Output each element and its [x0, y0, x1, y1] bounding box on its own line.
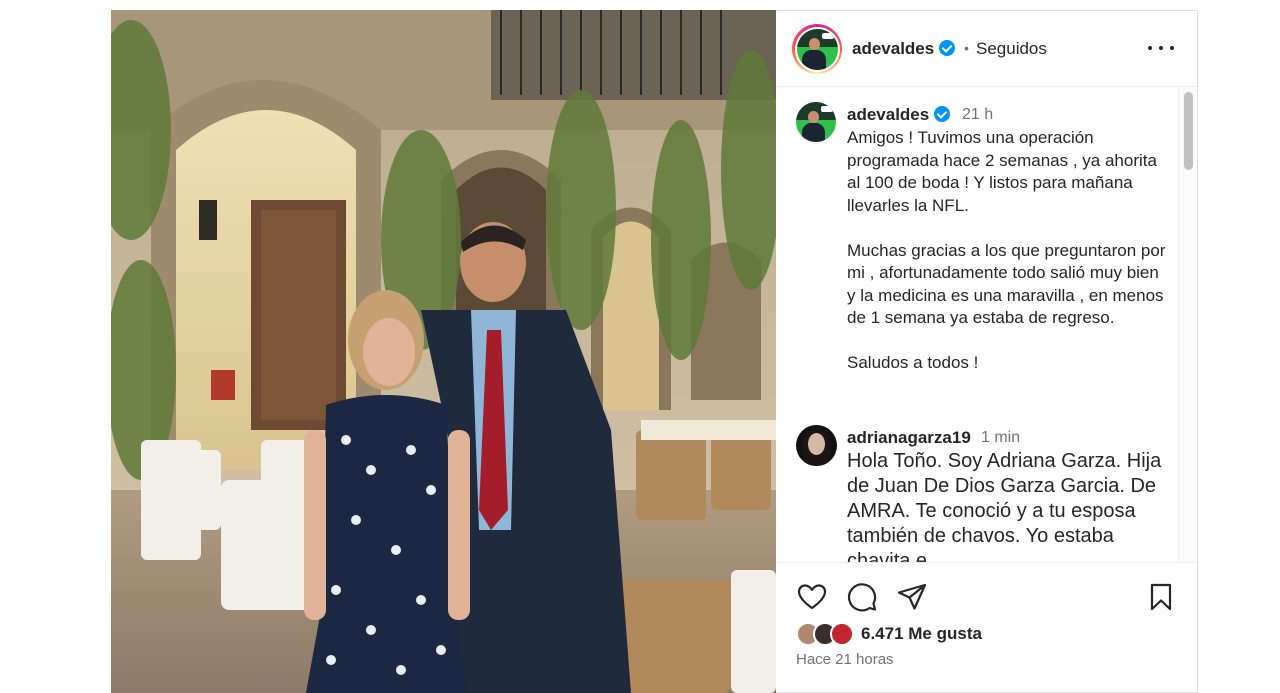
send-icon[interactable] — [896, 581, 928, 613]
heart-icon[interactable] — [796, 581, 828, 613]
author-username[interactable]: adevaldes — [852, 39, 956, 59]
commenter-username[interactable]: adrianagarza19 — [847, 428, 971, 448]
caption-timestamp[interactable]: 21 h — [962, 106, 993, 124]
bookmark-icon[interactable] — [1145, 581, 1177, 613]
caption-author-avatar[interactable] — [796, 102, 836, 142]
liker-avatar — [830, 622, 854, 646]
comments-list[interactable]: adevaldes 21 h Amigos ! Tuvimos una oper… — [776, 88, 1197, 562]
separator-dot: • — [964, 40, 969, 56]
scrollbar-thumb[interactable] — [1184, 92, 1193, 170]
commenter-avatar[interactable] — [796, 425, 837, 466]
comment-icon[interactable] — [846, 581, 878, 613]
likes-summary[interactable]: 6.471 Me gusta — [796, 619, 982, 649]
more-options-icon[interactable] — [1148, 37, 1174, 59]
verified-badge-icon — [934, 106, 951, 122]
post-side-panel: adevaldes • Seguidos adevaldes 21 h Amig… — [776, 10, 1198, 693]
caption-text: Amigos ! Tuvimos una operación programad… — [847, 128, 1166, 372]
verified-badge-icon — [939, 40, 956, 56]
comment-text: Hola Toño. Soy Adriana Garza. Hija de Ju… — [847, 450, 1162, 562]
post-image-illustration — [111, 10, 776, 693]
following-button[interactable]: Seguidos — [976, 39, 1047, 59]
author-avatar[interactable] — [792, 24, 842, 74]
action-bar: 6.471 Me gusta Hace 21 horas — [776, 562, 1197, 693]
caption-username[interactable]: adevaldes — [847, 105, 951, 125]
post-header: adevaldes • Seguidos — [776, 11, 1197, 87]
post-time-ago[interactable]: Hace 21 horas — [796, 651, 894, 668]
likes-count[interactable]: 6.471 Me gusta — [861, 624, 982, 644]
comments-scrollbar[interactable] — [1178, 88, 1196, 562]
comment-timestamp[interactable]: 1 min — [981, 429, 1020, 447]
post-photo[interactable] — [111, 10, 776, 693]
